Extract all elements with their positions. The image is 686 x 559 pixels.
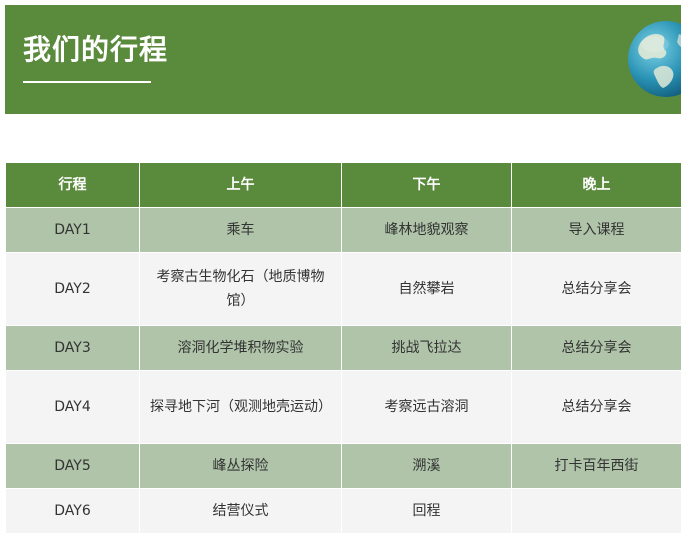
table-row: DAY6 结营仪式 回程: [5, 488, 682, 534]
day-cell: DAY3: [5, 325, 140, 371]
header-banner: 我们的行程: [5, 5, 681, 114]
evening-cell: 总结分享会: [511, 325, 682, 371]
morning-cell: 乘车: [139, 207, 342, 253]
evening-cell: [511, 488, 682, 534]
table-row: DAY5 峰丛探险 溯溪 打卡百年西街: [5, 443, 682, 489]
globe-icon: [628, 21, 681, 97]
morning-cell: 考察古生物化石（地质博物馆）: [139, 252, 342, 326]
day-cell: DAY5: [5, 443, 140, 489]
afternoon-cell: 考察远古溶洞: [341, 370, 512, 444]
day-cell: DAY2: [5, 252, 140, 326]
evening-cell: 打卡百年西街: [511, 443, 682, 489]
day-cell: DAY4: [5, 370, 140, 444]
day-cell: DAY1: [5, 207, 140, 253]
header-evening: 晚上: [511, 162, 682, 208]
header-afternoon: 下午: [341, 162, 512, 208]
page-title: 我们的行程: [23, 33, 169, 66]
table-row: DAY4 探寻地下河（观测地壳运动） 考察远古溶洞 总结分享会: [5, 370, 682, 444]
itinerary-table: 行程 上午 下午 晚上 DAY1 乘车 峰林地貌观察 导入课程 DAY2 考察古…: [5, 162, 682, 534]
morning-cell: 溶洞化学堆积物实验: [139, 325, 342, 371]
evening-cell: 总结分享会: [511, 370, 682, 444]
table-row: DAY3 溶洞化学堆积物实验 挑战飞拉达 总结分享会: [5, 325, 682, 371]
afternoon-cell: 自然攀岩: [341, 252, 512, 326]
header-schedule: 行程: [5, 162, 140, 208]
table-row: DAY2 考察古生物化石（地质博物馆） 自然攀岩 总结分享会: [5, 252, 682, 326]
evening-cell: 导入课程: [511, 207, 682, 253]
title-underline: [23, 81, 151, 83]
morning-cell: 峰丛探险: [139, 443, 342, 489]
table-header-row: 行程 上午 下午 晚上: [5, 162, 682, 208]
morning-cell: 探寻地下河（观测地壳运动）: [139, 370, 342, 444]
afternoon-cell: 挑战飞拉达: [341, 325, 512, 371]
morning-cell: 结营仪式: [139, 488, 342, 534]
afternoon-cell: 峰林地貌观察: [341, 207, 512, 253]
day-cell: DAY6: [5, 488, 140, 534]
evening-cell: 总结分享会: [511, 252, 682, 326]
afternoon-cell: 回程: [341, 488, 512, 534]
table-row: DAY1 乘车 峰林地貌观察 导入课程: [5, 207, 682, 253]
header-morning: 上午: [139, 162, 342, 208]
afternoon-cell: 溯溪: [341, 443, 512, 489]
